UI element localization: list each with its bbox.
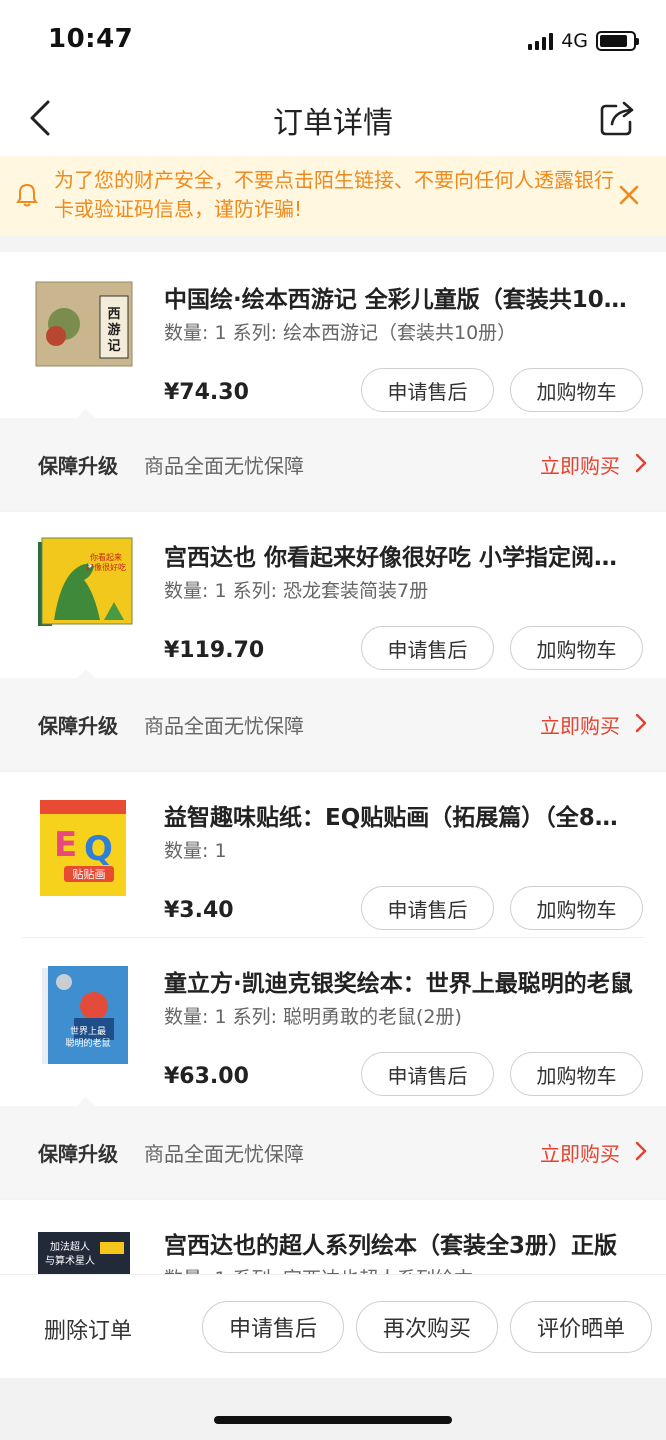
after-sales-button[interactable]: 申请售后 bbox=[361, 626, 494, 670]
nav-bar: 订单详情 bbox=[0, 80, 666, 156]
pointer-arrow bbox=[76, 1097, 96, 1107]
guarantee-upgrade-row[interactable]: 保障升级 商品全面无忧保障 立即购买 bbox=[0, 409, 666, 510]
add-to-cart-button[interactable]: 加购物车 bbox=[510, 1052, 643, 1096]
product-title[interactable]: 益智趣味贴纸：EQ贴贴画（拓展篇）（全8册） bbox=[164, 798, 640, 832]
chevron-right-icon[interactable] bbox=[634, 1141, 648, 1161]
product-title[interactable]: 中国绘·绘本西游记 全彩儿童版（套装共10册） bbox=[164, 280, 640, 314]
product-card[interactable]: E Q 贴贴画 益智趣味贴纸：EQ贴贴画（拓展篇）（全8册） 数量: 1 ¥3.… bbox=[0, 772, 666, 938]
product-price: ¥63.00 bbox=[164, 1064, 249, 1089]
svg-text:与算术星人: 与算术星人 bbox=[45, 1254, 95, 1267]
guarantee-desc: 商品全面无忧保障 bbox=[144, 714, 304, 738]
home-indicator[interactable] bbox=[214, 1416, 452, 1424]
after-sales-button[interactable]: 申请售后 bbox=[361, 886, 494, 930]
product-meta: 数量: 1 系列: 恐龙套装简装7册 bbox=[164, 580, 429, 602]
safety-notice: 为了您的财产安全，不要点击陌生链接、不要向任何人透露银行卡或验证码信息，谨防诈骗… bbox=[0, 156, 666, 236]
home-indicator-area bbox=[0, 1378, 666, 1440]
after-sales-button[interactable]: 申请售后 bbox=[361, 1052, 494, 1096]
svg-text:世界上最: 世界上最 bbox=[70, 1025, 106, 1037]
product-title[interactable]: 童立方·凯迪克银奖绘本：世界上最聪明的老鼠 bbox=[164, 964, 640, 998]
status-time: 10:47 bbox=[48, 24, 134, 54]
product-price: ¥3.40 bbox=[164, 898, 234, 923]
product-meta: 数量: 1 系列: 绘本西游记（套装共10册） bbox=[164, 322, 517, 344]
signal-icon bbox=[528, 32, 554, 50]
svg-text:游: 游 bbox=[107, 322, 120, 338]
svg-text:西: 西 bbox=[107, 307, 120, 322]
guarantee-label: 保障升级 bbox=[38, 1142, 118, 1166]
guarantee-upgrade-row[interactable]: 保障升级 商品全面无忧保障 立即购买 bbox=[0, 1097, 666, 1198]
order-items[interactable]: 西 游 记 中国绘·绘本西游记 全彩儿童版（套装共10册） 数量: 1 系列: … bbox=[0, 236, 666, 1274]
bell-icon bbox=[16, 183, 38, 207]
guarantee-upgrade-row[interactable]: 保障升级 商品全面无忧保障 立即购买 bbox=[0, 669, 666, 770]
svg-text:E: E bbox=[54, 825, 77, 865]
product-price: ¥119.70 bbox=[164, 638, 265, 663]
page-title: 订单详情 bbox=[273, 106, 393, 141]
after-sales-button[interactable]: 申请售后 bbox=[361, 368, 494, 412]
after-sales-order-button[interactable]: 申请售后 bbox=[202, 1301, 344, 1353]
notice-text: 为了您的财产安全，不要点击陌生链接、不要向任何人透露银行卡或验证码信息，谨防诈骗… bbox=[54, 168, 614, 221]
buy-now-link[interactable]: 立即购买 bbox=[540, 710, 620, 739]
delete-order-button[interactable]: 删除订单 bbox=[44, 1313, 132, 1345]
bottom-action-bar: 删除订单 申请售后 再次购买 评价晒单 bbox=[0, 1274, 666, 1378]
svg-text:记: 记 bbox=[107, 339, 120, 354]
buy-now-link[interactable]: 立即购买 bbox=[540, 1138, 620, 1167]
rebuy-button[interactable]: 再次购买 bbox=[356, 1301, 498, 1353]
network-type: 4G bbox=[561, 30, 588, 52]
guarantee-desc: 商品全面无忧保障 bbox=[144, 454, 304, 478]
product-meta: 数量: 1 系列: 宫西达也超人系列绘本 bbox=[164, 1264, 640, 1274]
pointer-arrow bbox=[76, 669, 96, 679]
svg-text:好像很好吃: 好像很好吃 bbox=[86, 562, 126, 572]
product-meta: 数量: 1 bbox=[164, 840, 227, 862]
svg-text:贴贴画: 贴贴画 bbox=[73, 867, 106, 881]
guarantee-label: 保障升级 bbox=[38, 454, 118, 478]
svg-text:加法超人: 加法超人 bbox=[50, 1240, 90, 1253]
guarantee-label: 保障升级 bbox=[38, 714, 118, 738]
chevron-right-icon[interactable] bbox=[634, 453, 648, 473]
book-cover-image: 加法超人 与算术星人 bbox=[38, 1232, 130, 1274]
status-indicators: 4G bbox=[528, 30, 639, 52]
book-cover-image: 西 游 记 bbox=[35, 281, 133, 367]
guarantee-desc: 商品全面无忧保障 bbox=[144, 1142, 304, 1166]
product-title[interactable]: 宫西达也的超人系列绘本（套装全3册）正版 bbox=[164, 1226, 640, 1260]
svg-text:Q: Q bbox=[84, 829, 113, 869]
product-card[interactable]: 加法超人 与算术星人 宫西达也的超人系列绘本（套装全3册）正版 数量: 1 系列… bbox=[0, 1200, 666, 1274]
battery-icon bbox=[596, 31, 639, 51]
book-cover-image: 世界上最 聪明的老鼠 bbox=[42, 966, 128, 1064]
product-price: ¥74.30 bbox=[164, 380, 249, 405]
book-cover-image: E Q 贴贴画 bbox=[40, 800, 126, 896]
svg-text:你看起来: 你看起来 bbox=[90, 552, 122, 562]
chevron-right-icon[interactable] bbox=[634, 713, 648, 733]
add-to-cart-button[interactable]: 加购物车 bbox=[510, 626, 643, 670]
product-title[interactable]: 宫西达也 你看起来好像很好吃 小学指定阅读书目 bbox=[164, 538, 640, 572]
close-icon[interactable] bbox=[618, 184, 640, 206]
add-to-cart-button[interactable]: 加购物车 bbox=[510, 886, 643, 930]
product-card[interactable]: 西 游 记 中国绘·绘本西游记 全彩儿童版（套装共10册） 数量: 1 系列: … bbox=[0, 252, 666, 418]
svg-text:聪明的老鼠: 聪明的老鼠 bbox=[65, 1037, 110, 1049]
product-meta: 数量: 1 系列: 聪明勇敢的老鼠(2册) bbox=[164, 1006, 462, 1028]
pointer-arrow bbox=[76, 409, 96, 419]
review-button[interactable]: 评价晒单 bbox=[510, 1301, 652, 1353]
product-card[interactable]: 你看起来 好像很好吃 宫西达也 你看起来好像很好吃 小学指定阅读书目 数量: 1… bbox=[0, 512, 666, 678]
buy-now-link[interactable]: 立即购买 bbox=[540, 450, 620, 479]
book-cover-image: 你看起来 好像很好吃 bbox=[38, 537, 133, 626]
status-bar: 10:47 4G bbox=[0, 0, 666, 80]
share-icon bbox=[600, 101, 634, 136]
product-card[interactable]: 世界上最 聪明的老鼠 童立方·凯迪克银奖绘本：世界上最聪明的老鼠 数量: 1 系… bbox=[0, 938, 666, 1106]
add-to-cart-button[interactable]: 加购物车 bbox=[510, 368, 643, 412]
share-button[interactable] bbox=[598, 98, 638, 138]
